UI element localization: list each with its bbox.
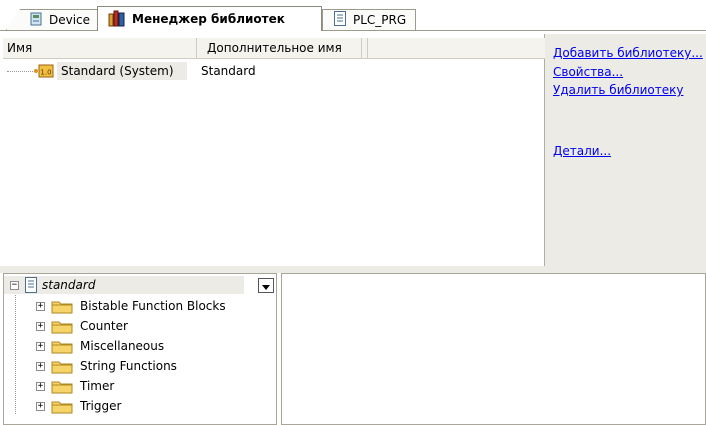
tree-connector <box>7 71 33 72</box>
tree-folder-node[interactable]: + Bistable Function Blocks <box>4 296 254 316</box>
tree-dropdown-button[interactable] <box>258 278 274 293</box>
tab-plc-prg[interactable]: PLC_PRG <box>322 9 416 30</box>
column-header-alt-name[interactable]: Дополнительное имя <box>197 38 362 58</box>
folder-icon <box>51 319 73 337</box>
tab-library-manager-label: Менеджер библиотек <box>132 12 285 26</box>
folder-icon <box>51 359 73 377</box>
tab-device[interactable]: Device <box>6 9 98 30</box>
tab-library-manager[interactable]: Менеджер библиотек <box>97 6 322 31</box>
document-icon <box>333 11 347 29</box>
tree-root-label: standard <box>42 278 96 292</box>
tree-folder-label: Timer <box>80 379 115 393</box>
folder-icon <box>51 399 73 417</box>
table-row[interactable]: 1.0 Standard (System) Standard <box>3 62 545 80</box>
add-library-link[interactable]: Добавить библиотеку... <box>553 46 703 60</box>
collapse-icon[interactable]: − <box>10 281 19 290</box>
tree-folder-node[interactable]: + Timer <box>4 376 254 396</box>
properties-link[interactable]: Свойства... <box>553 65 623 79</box>
svg-text:1.0: 1.0 <box>40 69 51 77</box>
library-content-tree: − standard + Bistable Function Blocks + … <box>3 273 277 425</box>
library-name-cell[interactable]: Standard (System) <box>57 62 187 80</box>
expand-icon[interactable]: + <box>36 322 45 331</box>
document-icon <box>24 277 38 296</box>
expand-icon[interactable]: + <box>36 362 45 371</box>
column-header-name[interactable]: Имя <box>3 38 197 58</box>
tree-folder-label: String Functions <box>80 359 177 373</box>
library-manager-icon <box>108 9 126 30</box>
expand-icon[interactable]: + <box>36 302 45 311</box>
delete-library-link[interactable]: Удалить библиотеку <box>553 83 683 97</box>
library-icon: 1.0 <box>33 64 55 78</box>
tree-folder-label: Bistable Function Blocks <box>80 299 226 313</box>
folder-icon <box>51 339 73 357</box>
editor-tab-bar: Device Менеджер библиотек PLC_PRG <box>0 0 706 34</box>
tree-folder-label: Trigger <box>80 399 122 413</box>
tree-folder-node[interactable]: + Counter <box>4 316 254 336</box>
chevron-down-icon <box>262 279 270 293</box>
horizontal-splitter[interactable] <box>0 266 706 273</box>
library-detail-pane <box>281 273 706 425</box>
expand-icon[interactable]: + <box>36 342 45 351</box>
tab-device-label: Device <box>49 13 91 27</box>
expand-icon[interactable]: + <box>36 402 45 411</box>
tab-plc-prg-label: PLC_PRG <box>353 13 407 27</box>
tree-folder-node[interactable]: + Miscellaneous <box>4 336 254 356</box>
column-header-filler <box>362 38 368 58</box>
tree-folder-label: Miscellaneous <box>80 339 165 353</box>
tree-folder-node[interactable]: + String Functions <box>4 356 254 376</box>
tree-root-highlight <box>4 276 244 294</box>
library-list: Имя Дополнительное имя 1.0 Standard (Sys… <box>3 34 545 266</box>
folder-icon <box>51 299 73 317</box>
folder-icon <box>51 379 73 397</box>
library-actions-pane: Добавить библиотеку... Свойства... Удали… <box>545 34 706 266</box>
tree-root-node[interactable]: − standard <box>4 276 258 294</box>
tree-folder-node[interactable]: + Trigger <box>4 396 254 416</box>
tree-folder-label: Counter <box>80 319 128 333</box>
details-link[interactable]: Детали... <box>553 144 611 158</box>
library-alt-name-cell: Standard <box>201 64 256 78</box>
device-icon <box>29 12 43 29</box>
library-table-header: Имя Дополнительное имя <box>3 38 545 59</box>
expand-icon[interactable]: + <box>36 382 45 391</box>
